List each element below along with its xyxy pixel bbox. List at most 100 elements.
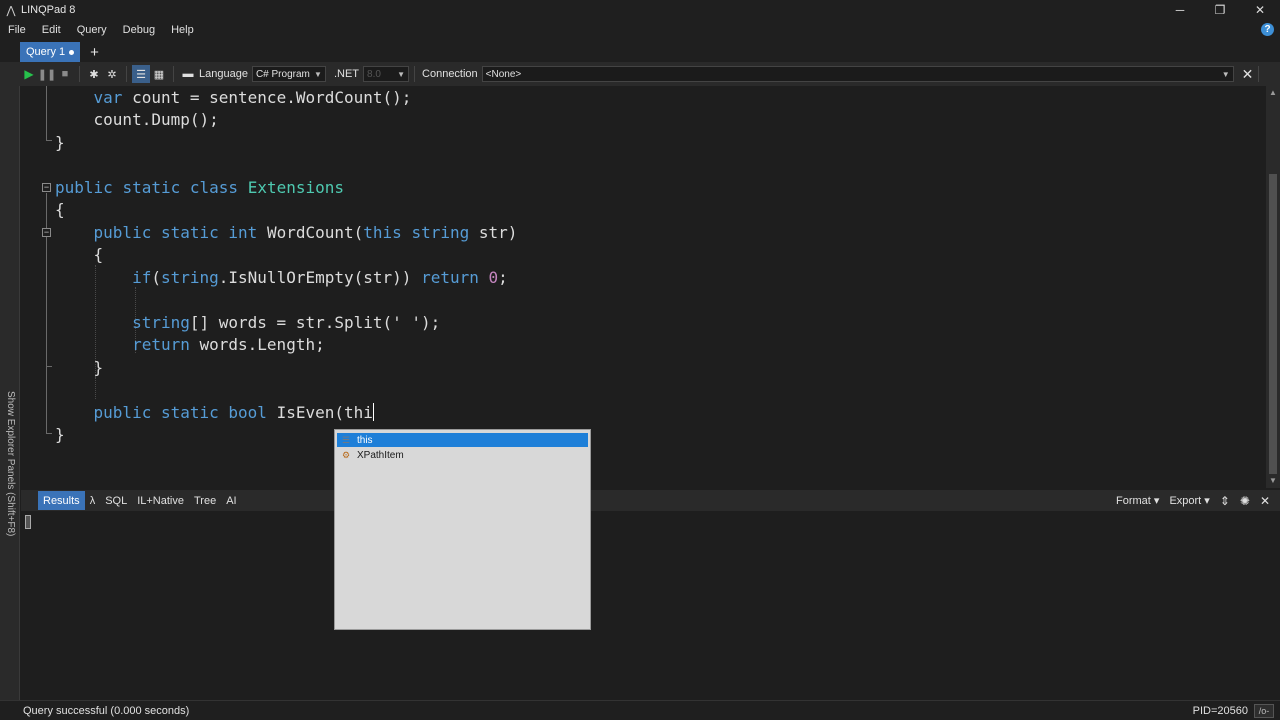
results-tools: Format ▾ Export ▾ ⇕ ✺ ✕ (1116, 490, 1280, 511)
window-title: LINQPad 8 (21, 4, 76, 16)
code-line: public static class Extensions (55, 178, 345, 197)
code-line: public static int WordCount(this string … (93, 223, 518, 242)
fold-end-marker (46, 366, 52, 367)
menu-edit[interactable]: Edit (34, 20, 69, 40)
bug-icon[interactable]: ✱ (85, 65, 103, 83)
maximize-button[interactable]: ❐ (1200, 0, 1240, 20)
language-value: C# Program (255, 68, 310, 80)
connection-value: <None> (485, 68, 522, 80)
code-line: count.Dump(); (55, 110, 219, 129)
collapse-class-icon[interactable]: − (42, 183, 51, 192)
code-line: } (55, 425, 65, 444)
toolbar-divider (1258, 66, 1260, 82)
export-menu[interactable]: Export ▾ (1169, 494, 1209, 507)
linqpad-logo-icon: ⋀ (6, 4, 16, 17)
toolbar-divider (173, 66, 174, 82)
code-line: } (55, 133, 65, 152)
play-icon[interactable]: ▶ (20, 65, 38, 83)
results-tab-bar: Results λ SQL IL+Native Tree AI Format ▾… (21, 490, 1280, 511)
code-line: { (55, 200, 65, 219)
grid-table-icon[interactable]: ▦ (150, 65, 168, 83)
connection-label: Connection (422, 68, 478, 80)
stop-icon[interactable]: ■ (56, 65, 74, 83)
collapse-method-icon[interactable]: − (42, 228, 51, 237)
tab-lambda[interactable]: λ (85, 491, 101, 510)
tab-sql[interactable]: SQL (100, 491, 132, 510)
text-caret (372, 403, 374, 421)
grid-rows-icon[interactable]: ☰ (132, 65, 150, 83)
bug-alt-icon[interactable]: ✲ (103, 65, 121, 83)
format-menu[interactable]: Format ▾ (1116, 494, 1159, 507)
connection-select[interactable]: <None> ▼ (481, 66, 1234, 82)
tab-tree[interactable]: Tree (189, 491, 221, 510)
detach-icon[interactable]: ✺ (1240, 494, 1250, 508)
autocomplete-item-this[interactable]: ☰ this (337, 433, 588, 447)
autocomplete-label: XPathItem (357, 449, 404, 461)
window-controls: ─ ❐ ✕ (1160, 0, 1280, 20)
minimize-button[interactable]: ─ (1160, 0, 1200, 20)
indent-guide (95, 377, 96, 399)
add-tab-button[interactable]: + (90, 42, 99, 62)
resize-arrows-icon[interactable]: ⇕ (1220, 494, 1230, 508)
query-tab-bar: Query 1 + (0, 40, 1280, 62)
class-icon: ⚙ (341, 449, 351, 460)
scroll-up-icon[interactable]: ▲ (1269, 88, 1277, 97)
autocomplete-item-xpathitem[interactable]: ⚙ XPathItem (337, 448, 588, 462)
tab-label: Query 1 (26, 46, 66, 58)
pause-icon[interactable]: ❚❚ (38, 65, 56, 83)
format-label: Format (1116, 495, 1151, 507)
toolbar-divider (126, 66, 127, 82)
fold-guide-line (46, 86, 47, 140)
autocomplete-label: this (357, 434, 373, 446)
menu-file[interactable]: File (0, 20, 34, 40)
net-version-value: 8.0 (367, 68, 381, 80)
toolbar: ▶ ❚❚ ■ ✱ ✲ ☰ ▦ ▬ Language C# Program ▼ .… (0, 62, 1280, 86)
close-results-icon[interactable]: ✕ (1260, 494, 1270, 508)
help-icon[interactable]: ? (1261, 23, 1274, 36)
fold-end-marker (46, 140, 52, 141)
language-label: Language (199, 68, 248, 80)
language-select[interactable]: C# Program ▼ (251, 66, 326, 82)
tab-il-native[interactable]: IL+Native (132, 491, 189, 510)
code-line: public static bool IsEven(thi (93, 403, 374, 422)
status-message: Query successful (0.000 seconds) (23, 704, 190, 717)
code-editor[interactable]: − − var count = sentence.WordCount(); co… (21, 86, 1266, 488)
tab-query-1[interactable]: Query 1 (20, 42, 81, 62)
menu-help[interactable]: Help (163, 20, 202, 40)
code-line: string[] words = str.Split(' '); (132, 313, 441, 332)
code-line: var count = sentence.WordCount(); (93, 88, 412, 107)
code-line: if(string.IsNullOrEmpty(str)) return 0; (132, 268, 508, 287)
show-explorer-label: Show Explorer Panels (Shift+F8) (5, 391, 16, 537)
fold-end-marker (46, 433, 52, 434)
menu-bar: File Edit Query Debug Help (0, 20, 1280, 40)
toolbar-divider (79, 66, 80, 82)
process-id: PID=20560 (1192, 704, 1248, 717)
code-line: return words.Length; (132, 335, 325, 354)
export-label: Export (1169, 495, 1202, 507)
close-icon[interactable]: ✕ (1242, 66, 1254, 83)
chevron-down-icon: ▼ (314, 69, 322, 79)
explorer-side-panel[interactable]: Show Explorer Panels (Shift+F8) (0, 86, 20, 700)
toolbar-divider (414, 66, 416, 82)
menu-query[interactable]: Query (69, 20, 115, 40)
tab-ai[interactable]: AI (221, 491, 241, 510)
keyword-icon: ☰ (341, 434, 351, 445)
menu-debug[interactable]: Debug (115, 20, 163, 40)
code-line: } (55, 358, 104, 377)
code-line: { (55, 245, 104, 264)
chevron-down-icon: ▼ (1221, 69, 1230, 79)
net-label: .NET (333, 68, 360, 80)
editor-scrollbar[interactable]: ▲ ▼ (1266, 86, 1280, 488)
scroll-down-icon[interactable]: ▼ (1269, 476, 1277, 485)
results-cursor (25, 515, 31, 529)
status-indicator[interactable]: /o- (1254, 704, 1274, 718)
close-window-button[interactable]: ✕ (1240, 0, 1280, 20)
results-pane[interactable] (21, 511, 1280, 700)
autocomplete-popup[interactable]: ☰ this ⚙ XPathItem (334, 429, 591, 630)
net-version-select[interactable]: 8.0 ▼ (363, 66, 410, 82)
title-bar: ⋀ LINQPad 8 ─ ❐ ✕ (0, 0, 1280, 20)
panel-icon[interactable]: ▬ (179, 65, 197, 83)
tab-results[interactable]: Results (38, 491, 85, 510)
scrollbar-thumb[interactable] (1269, 174, 1277, 474)
fold-guide-line (46, 238, 47, 366)
